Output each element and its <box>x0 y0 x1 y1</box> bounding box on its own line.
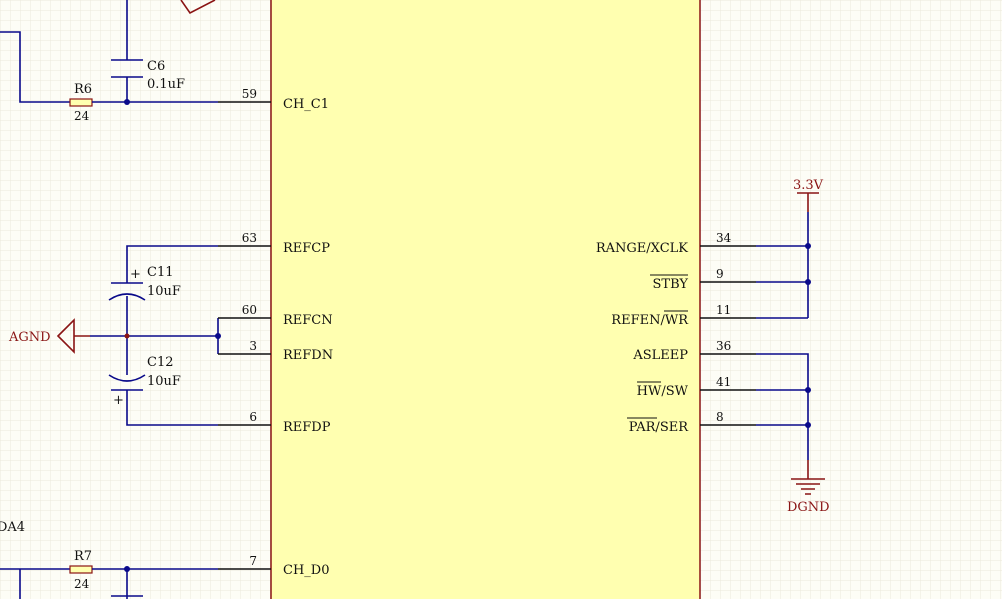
pin-name: PAR/SER <box>629 420 690 435</box>
r6-resistor[interactable] <box>69 98 93 107</box>
pin-name: CH_D0 <box>283 563 329 578</box>
junction-v33-9 <box>805 279 811 285</box>
pin-name: REFCP <box>283 241 330 256</box>
pin-number: 3 <box>249 339 257 353</box>
schematic-canvas[interactable]: R6 24 C6 0.1uF + C11 10uF + C12 10uF AGN… <box>0 0 1002 599</box>
pin-name: ASLEEP <box>632 348 688 363</box>
pin-name: REFEN/WR <box>611 313 689 328</box>
c11-designator: C11 <box>147 265 174 280</box>
pin-number: 9 <box>716 267 724 281</box>
pin-name: CH_C1 <box>283 97 329 112</box>
pin-number: 6 <box>249 410 257 424</box>
c11-value: 10uF <box>147 284 181 299</box>
pin-number: 34 <box>716 231 732 245</box>
pin-number: 59 <box>242 87 257 101</box>
dgnd-label: DGND <box>787 500 830 515</box>
pin-name: REFDN <box>283 348 333 363</box>
r6-designator: R6 <box>74 82 92 97</box>
junction-r7 <box>124 566 130 572</box>
pin-name: HW/SW <box>637 384 689 399</box>
pin-name: REFCN <box>283 313 333 328</box>
c11-polarity: + <box>130 267 141 282</box>
junction-agnd-center <box>124 333 130 339</box>
pin-number: 7 <box>249 554 257 568</box>
pin-number: 8 <box>716 410 724 424</box>
c12-polarity: + <box>113 393 124 408</box>
r7-resistor[interactable] <box>69 565 93 574</box>
pin-number: 36 <box>716 339 731 353</box>
r6-value: 24 <box>74 109 90 123</box>
pin-name: RANGE/XCLK <box>596 241 688 256</box>
r7-value: 24 <box>74 577 90 591</box>
ic-body[interactable] <box>270 0 701 599</box>
junction-v33-34 <box>805 243 811 249</box>
c12-designator: C12 <box>147 355 174 370</box>
pin-name: STBY <box>653 277 689 292</box>
c6-value: 0.1uF <box>147 77 185 92</box>
pin-number: 60 <box>242 303 257 317</box>
pin-name: REFDP <box>283 420 331 435</box>
pin-number: 41 <box>716 375 731 389</box>
pin-number: 63 <box>242 231 257 245</box>
r7-designator: R7 <box>74 549 92 564</box>
junction-c6 <box>124 99 130 105</box>
c6-designator: C6 <box>147 59 165 74</box>
junction-dgnd-8 <box>805 422 811 428</box>
v33-label: 3.3V <box>793 178 824 193</box>
pin-number: 11 <box>716 303 731 317</box>
c12-value: 10uF <box>147 374 181 389</box>
net-fragment-label: DA4 <box>0 520 25 535</box>
junction-dgnd-41 <box>805 387 811 393</box>
agnd-label: AGND <box>8 330 51 345</box>
